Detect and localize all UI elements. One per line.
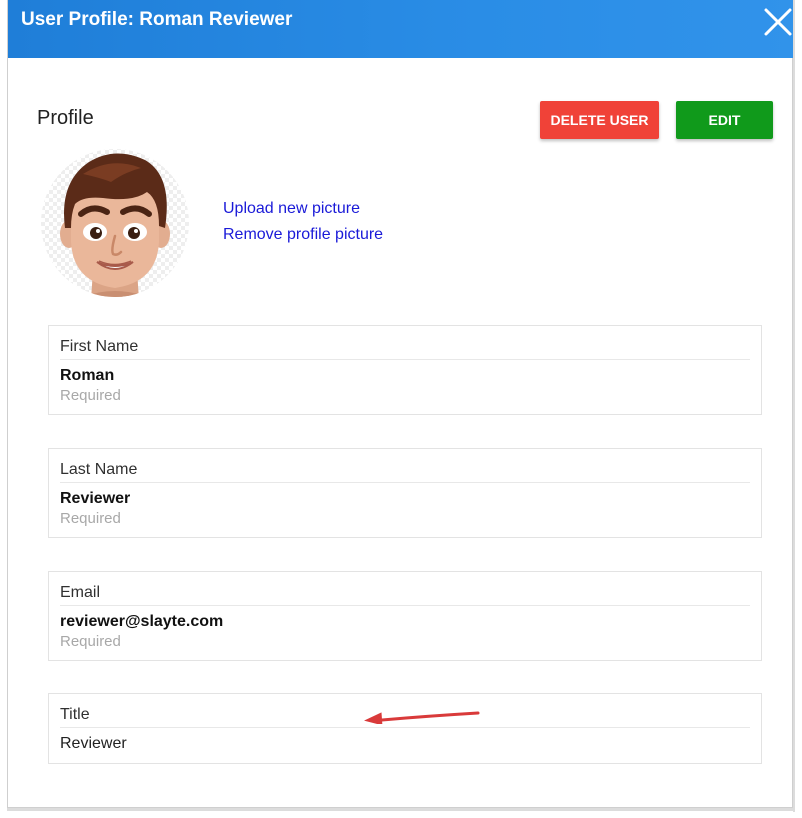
close-button[interactable] [760, 6, 794, 40]
user-profile-dialog: User Profile: Roman Reviewer Profile DEL… [7, 0, 794, 808]
annotation-arrow [358, 700, 482, 726]
dialog-title: User Profile: Roman Reviewer [21, 9, 293, 30]
title-value: Reviewer [60, 735, 127, 752]
email-value: reviewer@slayte.com [60, 613, 224, 630]
last-name-required-hint: Required [60, 510, 121, 527]
profile-heading: Profile [37, 107, 94, 129]
last-name-label: Last Name [60, 461, 138, 478]
edit-button[interactable]: EDIT [676, 101, 773, 139]
email-label: Email [60, 584, 101, 601]
dialog-shadow-bottom [7, 808, 795, 811]
field-divider [60, 605, 750, 606]
first-name-label: First Name [60, 338, 139, 355]
first-name-value: Roman [60, 367, 115, 384]
field-divider [60, 727, 750, 728]
remove-profile-picture-link[interactable]: Remove profile picture [223, 226, 383, 244]
avatar-image [41, 149, 189, 297]
close-icon [764, 8, 792, 36]
first-name-field[interactable]: First Name Roman Required [48, 325, 762, 415]
field-divider [60, 482, 750, 483]
delete-user-button[interactable]: DELETE USER [540, 101, 659, 139]
last-name-value: Reviewer [60, 490, 131, 507]
email-field[interactable]: Email reviewer@slayte.com Required [48, 571, 762, 661]
dialog-header: User Profile: Roman Reviewer [8, 0, 794, 58]
field-divider [60, 359, 750, 360]
first-name-required-hint: Required [60, 387, 121, 404]
last-name-field[interactable]: Last Name Reviewer Required [48, 448, 762, 538]
dialog-shadow-right [793, 0, 795, 812]
avatar [41, 142, 189, 300]
red-arrow-left-icon [364, 711, 480, 726]
title-label: Title [60, 706, 90, 723]
upload-new-picture-link[interactable]: Upload new picture [223, 200, 360, 218]
email-required-hint: Required [60, 633, 121, 650]
